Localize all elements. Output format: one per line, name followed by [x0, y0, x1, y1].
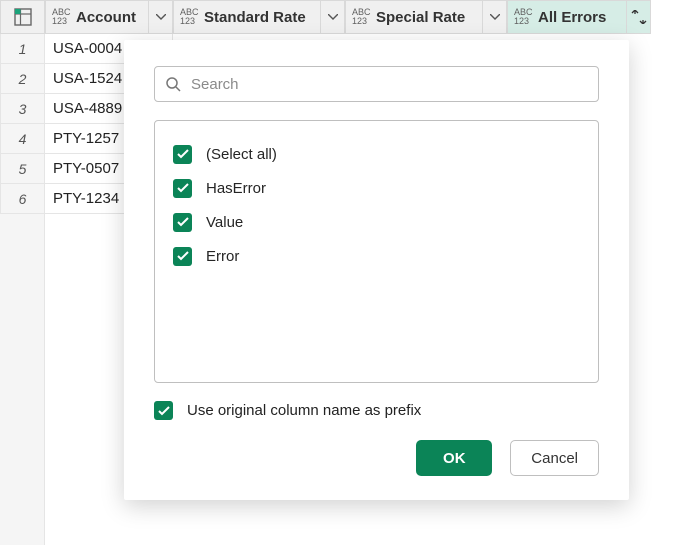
- filter-dropdown-button[interactable]: [320, 1, 344, 33]
- use-prefix-option[interactable]: Use original column name as prefix: [154, 401, 599, 420]
- datatype-icon: ABC123: [508, 8, 536, 26]
- datatype-icon: ABC123: [46, 8, 74, 26]
- chevron-down-icon: [156, 14, 166, 20]
- search-box[interactable]: [154, 66, 599, 102]
- expand-icon: [631, 10, 647, 24]
- column-select-list: (Select all) HasError Value Error: [154, 120, 599, 383]
- header-row: ABC123 Account ABC123 Standard Rate ABC1…: [0, 0, 675, 34]
- column-header-special-rate[interactable]: ABC123 Special Rate: [345, 0, 507, 34]
- filter-dropdown-button[interactable]: [482, 1, 506, 33]
- column-name: All Errors: [536, 9, 626, 26]
- checkbox-checked-icon[interactable]: [173, 179, 192, 198]
- column-header-standard-rate[interactable]: ABC123 Standard Rate: [173, 0, 345, 34]
- row-number: 2: [0, 64, 45, 94]
- option-error[interactable]: Error: [173, 239, 580, 273]
- checkbox-checked-icon[interactable]: [173, 213, 192, 232]
- chevron-down-icon: [490, 14, 500, 20]
- row-number: 6: [0, 184, 45, 214]
- search-input[interactable]: [189, 75, 588, 94]
- select-all-corner[interactable]: [0, 0, 45, 34]
- option-value[interactable]: Value: [173, 205, 580, 239]
- table-icon: [14, 8, 32, 26]
- column-name: Account: [74, 9, 148, 26]
- datatype-icon: ABC123: [174, 8, 202, 26]
- dialog-buttons: OK Cancel: [154, 440, 599, 476]
- chevron-down-icon: [328, 14, 338, 20]
- option-label: Error: [206, 248, 239, 265]
- option-haserror[interactable]: HasError: [173, 171, 580, 205]
- option-label: HasError: [206, 180, 266, 197]
- expand-column-button[interactable]: [626, 1, 650, 33]
- row-number: 4: [0, 124, 45, 154]
- option-label: Value: [206, 214, 243, 231]
- ok-button[interactable]: OK: [416, 440, 492, 476]
- column-name: Special Rate: [374, 9, 482, 26]
- row-number: 1: [0, 34, 45, 64]
- row-number: 3: [0, 94, 45, 124]
- column-header-account[interactable]: ABC123 Account: [45, 0, 173, 34]
- expand-column-popup: (Select all) HasError Value Error Use or…: [124, 40, 629, 500]
- cancel-button[interactable]: Cancel: [510, 440, 599, 476]
- checkbox-checked-icon[interactable]: [173, 247, 192, 266]
- option-label: (Select all): [206, 146, 277, 163]
- use-prefix-label: Use original column name as prefix: [187, 402, 421, 419]
- column-name: Standard Rate: [202, 9, 320, 26]
- filter-dropdown-button[interactable]: [148, 1, 172, 33]
- row-number: 5: [0, 154, 45, 184]
- search-icon: [165, 76, 181, 92]
- datatype-icon: ABC123: [346, 8, 374, 26]
- checkbox-checked-icon[interactable]: [154, 401, 173, 420]
- option-select-all[interactable]: (Select all): [173, 137, 580, 171]
- column-header-all-errors[interactable]: ABC123 All Errors: [507, 0, 651, 34]
- checkbox-checked-icon[interactable]: [173, 145, 192, 164]
